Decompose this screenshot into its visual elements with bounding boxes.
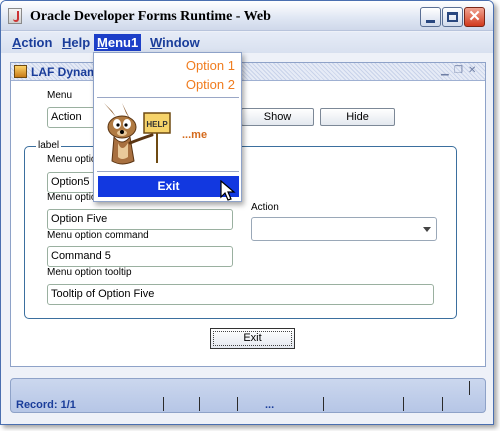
mouse-pointer-icon (220, 180, 236, 201)
close-icon: ✕ (468, 8, 481, 25)
menu-exit-item[interactable]: Exit (98, 176, 239, 197)
menu-label: Menu (47, 90, 73, 101)
menu-bar: Action Help Menu1 Window (1, 32, 493, 53)
menu-option-command-label: Menu option command (47, 230, 149, 241)
inner-window-title-bar[interactable]: LAF Dynam ▁ ❐ ✕ (11, 63, 485, 81)
status-divider (442, 397, 443, 411)
menu-option-2[interactable]: Option 2 (186, 77, 235, 92)
menu-help[interactable]: Help (59, 34, 93, 51)
record-indicator: Record: 1/1 (16, 399, 76, 411)
menu-action-rest: ction (21, 35, 53, 50)
status-divider (323, 397, 324, 411)
status-divider (163, 397, 164, 411)
inner-window-title: LAF Dynam (31, 65, 98, 79)
maximize-button[interactable] (442, 7, 463, 27)
status-divider (237, 397, 238, 411)
help-item-label: ...me (182, 129, 208, 141)
coyote-help-icon: HELP (104, 103, 171, 165)
close-button[interactable]: ✕ (464, 7, 485, 27)
window-title: Oracle Developer Forms Runtime - Web (30, 9, 271, 24)
group-label: label (36, 140, 62, 151)
title-bar[interactable]: Oracle Developer Forms Runtime - Web ✕ (1, 1, 493, 31)
minimize-icon (426, 20, 435, 23)
menu-window-rest: indow (162, 35, 200, 50)
menu-option-1[interactable]: Option 1 (186, 58, 235, 73)
app-window: Oracle Developer Forms Runtime - Web ✕ A… (0, 0, 494, 425)
help-menu-item[interactable]: HELP ...me (100, 103, 236, 169)
menu-menu1[interactable]: Menu1 (94, 34, 142, 51)
menu-option-command-field[interactable]: Command 5 (47, 246, 233, 267)
show-button[interactable]: Show (241, 108, 314, 126)
maximize-icon (447, 12, 458, 22)
focus-ring (213, 331, 292, 346)
menu-menu1-rest: enu1 (107, 35, 139, 50)
help-sign-text: HELP (146, 120, 168, 129)
menu-option-field[interactable]: Option5 (47, 172, 99, 193)
menu-option-tooltip-label: Menu option tooltip (47, 267, 132, 278)
inner-restore-icon[interactable]: ❐ (454, 66, 464, 76)
menu-option-tooltip-field[interactable]: Tooltip of Option Five (47, 284, 434, 305)
exit-button[interactable]: Exit (210, 328, 295, 349)
inner-minimize-icon[interactable]: ▁ (441, 66, 451, 76)
menu-separator (97, 97, 239, 98)
form-icon (14, 65, 27, 78)
status-divider (199, 397, 200, 411)
status-divider (403, 397, 404, 411)
menu-field[interactable]: Action (47, 107, 99, 128)
minimize-button[interactable] (420, 7, 441, 27)
action-select[interactable] (251, 217, 437, 241)
hide-button[interactable]: Hide (320, 108, 395, 126)
menu-action[interactable]: Action (9, 34, 55, 51)
status-dots: ... (265, 399, 275, 411)
inner-close-icon[interactable]: ✕ (468, 66, 478, 76)
action-label: Action (251, 202, 279, 213)
menu-help-rest: elp (71, 35, 91, 50)
java-cup-icon (8, 8, 22, 24)
menu-window[interactable]: Window (147, 34, 203, 51)
status-divider (469, 381, 470, 395)
menu-separator (97, 171, 239, 172)
menu-option-label-field[interactable]: Option Five (47, 209, 233, 230)
chevron-down-icon (423, 227, 431, 232)
status-bar: Record: 1/1 ... (10, 378, 486, 413)
